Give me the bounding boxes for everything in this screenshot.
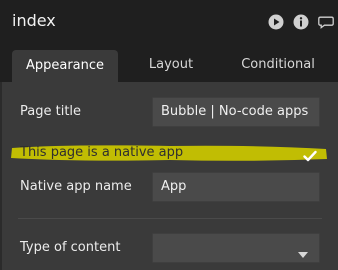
page-title-label: Page title [20, 104, 82, 119]
type-of-content-select[interactable] [152, 233, 320, 263]
tab-layout[interactable]: Layout [130, 44, 212, 82]
comment-icon[interactable] [318, 14, 338, 30]
info-icon[interactable] [293, 14, 309, 30]
page-header: index [0, 0, 338, 44]
tab-bar: Appearance Layout Conditional [0, 44, 338, 82]
native-app-name-input[interactable]: App [152, 172, 320, 202]
page-name: index [12, 11, 56, 30]
chevron-down-icon [298, 243, 308, 258]
native-app-name-label: Native app name [20, 179, 132, 194]
type-of-content-label: Type of content [20, 240, 121, 255]
native-app-label: This page is a native app [20, 145, 184, 160]
section-divider [18, 218, 322, 219]
play-icon[interactable] [268, 14, 284, 30]
page-title-input[interactable]: Bubble | No-code apps [152, 97, 320, 127]
checkmark-icon[interactable] [303, 147, 317, 162]
tab-conditional[interactable]: Conditional [228, 44, 328, 82]
tab-appearance[interactable]: Appearance [12, 50, 118, 82]
